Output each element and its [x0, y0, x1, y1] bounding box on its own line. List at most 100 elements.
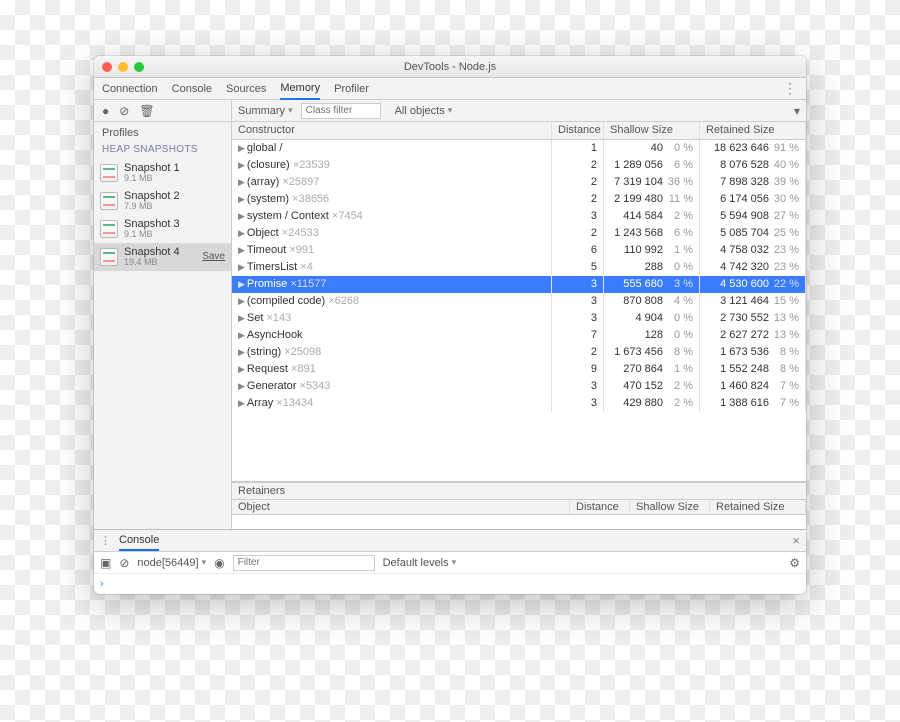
- retainers-col-object[interactable]: Object: [232, 500, 570, 514]
- shallow-size-cell: 2880 %: [604, 259, 700, 276]
- table-row[interactable]: ▶Object ×24533 2 1 243 5686 % 5 085 7042…: [232, 225, 806, 242]
- drawer-tabs: ⋮ Console ×: [94, 530, 806, 552]
- view-dropdown[interactable]: Summary: [238, 105, 293, 117]
- constructor-cell: ▶Object ×24533: [232, 225, 552, 242]
- console-settings-icon[interactable]: ⚙: [789, 556, 800, 570]
- shallow-size-cell: 470 1522 %: [604, 378, 700, 395]
- filter-dropdown-icon[interactable]: ▾: [794, 104, 800, 118]
- toggle-sidebar-icon[interactable]: ▣: [100, 556, 111, 570]
- distance-cell: 3: [552, 276, 604, 293]
- table-row[interactable]: ▶Request ×891 9 270 8641 % 1 552 2488 %: [232, 361, 806, 378]
- retained-size-cell: 2 730 55213 %: [700, 310, 806, 327]
- table-row[interactable]: ▶(compiled code) ×6268 3 870 8084 % 3 12…: [232, 293, 806, 310]
- retained-size-cell: 2 627 27213 %: [700, 327, 806, 344]
- snapshot-size: 9.1 MB: [124, 230, 180, 240]
- table-row[interactable]: ▶Promise ×11577 3 555 6803 % 4 530 60022…: [232, 276, 806, 293]
- execution-context-dropdown[interactable]: node[56449]: [137, 557, 206, 569]
- retained-size-cell: 3 121 46415 %: [700, 293, 806, 310]
- record-icon[interactable]: ●: [102, 104, 109, 118]
- retainers-col-distance[interactable]: Distance: [570, 500, 630, 514]
- table-row[interactable]: ▶(string) ×25098 2 1 673 4568 % 1 673 53…: [232, 344, 806, 361]
- tab-memory[interactable]: Memory: [280, 78, 320, 100]
- console-prompt[interactable]: ›: [94, 574, 806, 594]
- shallow-size-cell: 414 5842 %: [604, 208, 700, 225]
- more-menu-icon[interactable]: ⋮: [783, 80, 798, 97]
- table-row[interactable]: ▶(array) ×25897 2 7 319 10436 % 7 898 32…: [232, 174, 806, 191]
- constructor-cell: ▶(string) ×25098: [232, 344, 552, 361]
- shallow-size-cell: 1 289 0566 %: [604, 157, 700, 174]
- retained-size-cell: 6 174 05630 %: [700, 191, 806, 208]
- snapshot-icon: [100, 248, 118, 266]
- retainers-col-shallow[interactable]: Shallow Size: [630, 500, 710, 514]
- retained-size-cell: 5 594 90827 %: [700, 208, 806, 225]
- tab-console[interactable]: Console: [172, 79, 212, 99]
- retained-size-cell: 18 623 64691 %: [700, 140, 806, 158]
- shallow-size-cell: 555 6803 %: [604, 276, 700, 293]
- constructor-cell: ▶Promise ×11577: [232, 276, 552, 293]
- constructor-cell: ▶Set ×143: [232, 310, 552, 327]
- constructors-table[interactable]: Constructor Distance Shallow Size Retain…: [232, 122, 806, 482]
- snapshot-item[interactable]: Snapshot 2 7.9 MB: [94, 187, 231, 215]
- table-row[interactable]: ▶Generator ×5343 3 470 1522 % 1 460 8247…: [232, 378, 806, 395]
- distance-cell: 2: [552, 225, 604, 242]
- console-toolbar: ▣ ⊘ node[56449] ◉ Default levels ⚙: [94, 552, 806, 574]
- shallow-size-cell: 1 673 4568 %: [604, 344, 700, 361]
- delete-icon[interactable]: 🗑: [139, 104, 154, 118]
- live-expression-icon[interactable]: ◉: [214, 556, 224, 570]
- distance-cell: 7: [552, 327, 604, 344]
- snapshot-item[interactable]: Snapshot 4 19.4 MB Save: [94, 243, 231, 271]
- retained-size-cell: 7 898 32839 %: [700, 174, 806, 191]
- retained-size-cell: 4 742 32023 %: [700, 259, 806, 276]
- save-snapshot-link[interactable]: Save: [202, 251, 225, 262]
- clear-icon[interactable]: ⊘: [119, 104, 129, 118]
- shallow-size-cell: 2 199 48011 %: [604, 191, 700, 208]
- table-row[interactable]: ▶Timeout ×991 6 110 9921 % 4 758 03223 %: [232, 242, 806, 259]
- profiles-heading: Profiles: [94, 122, 231, 142]
- table-row[interactable]: ▶TimersList ×4 5 2880 % 4 742 32023 %: [232, 259, 806, 276]
- snapshot-size: 9.1 MB: [124, 174, 180, 184]
- constructor-cell: ▶system / Context ×7454: [232, 208, 552, 225]
- retainers-col-retained[interactable]: Retained Size: [710, 500, 806, 514]
- snapshot-item[interactable]: Snapshot 1 9.1 MB: [94, 159, 231, 187]
- col-shallow-size[interactable]: Shallow Size: [604, 122, 700, 140]
- col-constructor[interactable]: Constructor: [232, 122, 552, 140]
- tab-profiler[interactable]: Profiler: [334, 79, 369, 99]
- retained-size-cell: 1 673 5368 %: [700, 344, 806, 361]
- tab-sources[interactable]: Sources: [226, 79, 266, 99]
- class-filter-input[interactable]: [301, 103, 381, 119]
- log-levels-dropdown[interactable]: Default levels: [383, 557, 457, 569]
- table-row[interactable]: ▶AsyncHook 7 1280 % 2 627 27213 %: [232, 327, 806, 344]
- distance-cell: 3: [552, 293, 604, 310]
- close-drawer-icon[interactable]: ×: [792, 533, 800, 548]
- table-row[interactable]: ▶(closure) ×23539 2 1 289 0566 % 8 076 5…: [232, 157, 806, 174]
- retained-size-cell: 4 530 60022 %: [700, 276, 806, 293]
- table-row[interactable]: ▶system / Context ×7454 3 414 5842 % 5 5…: [232, 208, 806, 225]
- retained-size-cell: 5 085 70425 %: [700, 225, 806, 242]
- distance-cell: 3: [552, 208, 604, 225]
- sidebar-toolbar: ● ⊘ 🗑: [94, 100, 231, 122]
- drawer-tab-console[interactable]: Console: [119, 531, 159, 551]
- distance-cell: 3: [552, 378, 604, 395]
- table-row[interactable]: ▶Array ×13434 3 429 8802 % 1 388 6167 %: [232, 395, 806, 412]
- distance-cell: 9: [552, 361, 604, 378]
- console-drawer: ⋮ Console × ▣ ⊘ node[56449] ◉ Default le…: [94, 529, 806, 594]
- shallow-size-cell: 429 8802 %: [604, 395, 700, 412]
- col-retained-size[interactable]: Retained Size: [700, 122, 806, 140]
- objects-filter-dropdown[interactable]: All objects: [395, 105, 453, 117]
- col-distance[interactable]: Distance: [552, 122, 604, 140]
- constructor-cell: ▶Array ×13434: [232, 395, 552, 412]
- snapshot-item[interactable]: Snapshot 3 9.1 MB: [94, 215, 231, 243]
- retainers-heading: Retainers: [232, 482, 806, 500]
- distance-cell: 3: [552, 310, 604, 327]
- distance-cell: 6: [552, 242, 604, 259]
- drawer-menu-icon[interactable]: ⋮: [100, 534, 111, 547]
- clear-console-icon[interactable]: ⊘: [119, 556, 129, 570]
- devtools-tabs: Connection Console Sources Memory Profil…: [94, 78, 806, 100]
- table-row[interactable]: ▶(system) ×38656 2 2 199 48011 % 6 174 0…: [232, 191, 806, 208]
- table-row[interactable]: ▶global / 1 400 % 18 623 64691 %: [232, 140, 806, 158]
- console-filter-input[interactable]: [233, 555, 375, 571]
- tab-connection[interactable]: Connection: [102, 79, 158, 99]
- snapshot-content: Summary All objects ▾ Constructor Distan…: [232, 100, 806, 529]
- window-title: DevTools - Node.js: [94, 61, 806, 73]
- table-row[interactable]: ▶Set ×143 3 4 9040 % 2 730 55213 %: [232, 310, 806, 327]
